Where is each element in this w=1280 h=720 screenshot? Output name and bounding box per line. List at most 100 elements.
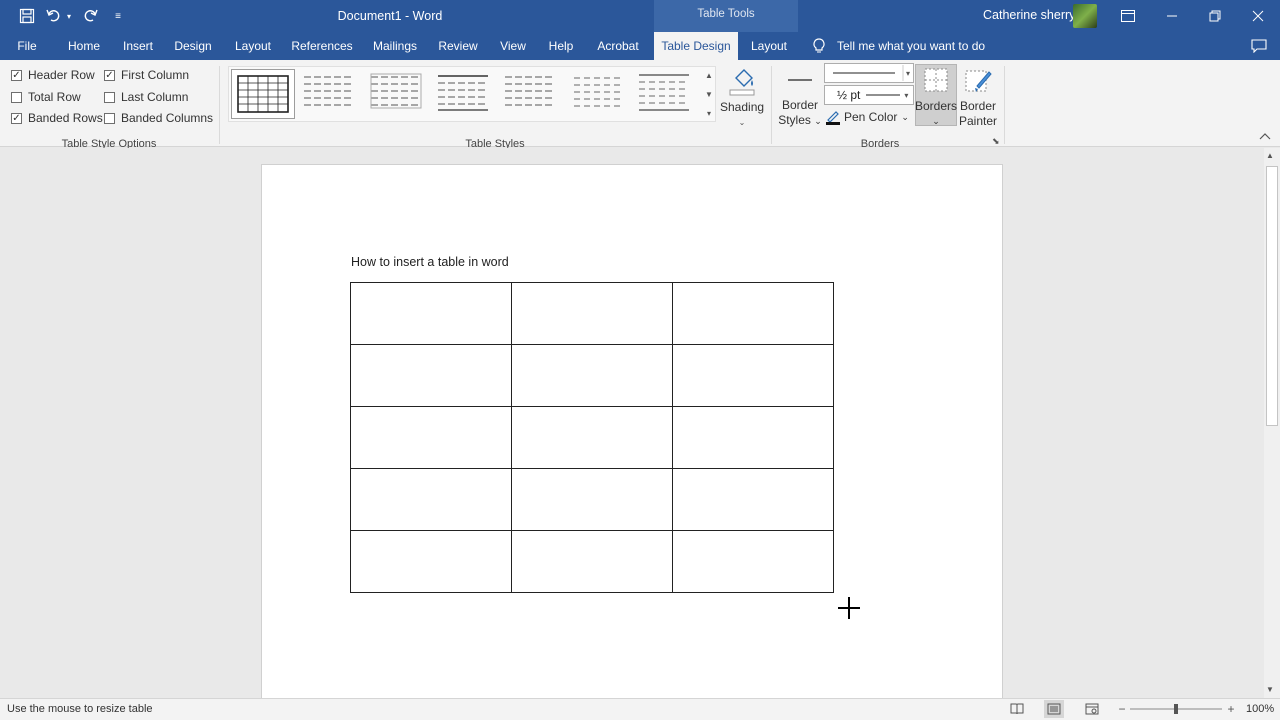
banded-columns-checkbox[interactable]: Banded Columns [104, 111, 213, 125]
borders-label: Borders [915, 99, 958, 113]
table-cell[interactable] [350, 344, 512, 407]
paint-bucket-icon [729, 69, 755, 96]
tab-help[interactable]: Help [543, 32, 579, 60]
close-icon[interactable] [1236, 0, 1280, 32]
chevron-down-icon: ⌄ [932, 116, 940, 126]
table-cell[interactable] [672, 344, 834, 407]
restore-icon[interactable] [1193, 0, 1237, 32]
border-styles-button[interactable]: Border Styles ⌄ [778, 64, 822, 127]
word-table[interactable] [350, 282, 834, 593]
ribbon-display-options-icon[interactable] [1106, 0, 1150, 32]
svg-text:▾: ▾ [906, 69, 910, 78]
zoom-in-icon[interactable]: + [1221, 700, 1241, 718]
scroll-down-icon[interactable]: ▼ [1266, 685, 1274, 694]
line-weight-dropdown[interactable]: ½ pt ▾ [824, 85, 914, 105]
print-layout-icon[interactable] [1044, 700, 1064, 718]
read-mode-icon[interactable] [1007, 700, 1027, 718]
table-cell[interactable] [672, 468, 834, 531]
customize-toolbar-icon[interactable]: ≡ [110, 6, 126, 26]
minimize-icon[interactable] [1150, 0, 1194, 32]
banded-rows-checkbox[interactable]: ✓ Banded Rows [11, 111, 103, 125]
table-cell[interactable] [511, 468, 673, 531]
table-cell[interactable] [511, 344, 673, 407]
border-styles-label-1: Border [781, 98, 819, 112]
tab-design[interactable]: Design [170, 32, 216, 60]
table-cell[interactable] [672, 530, 834, 593]
tab-view[interactable]: View [494, 32, 532, 60]
chevron-down-icon: ▾ [904, 90, 909, 100]
total-row-label: Total Row [28, 90, 81, 104]
tab-file[interactable]: File [12, 32, 42, 60]
pen-color-button[interactable]: Pen Color ⌄ [825, 108, 909, 126]
table-cell[interactable] [350, 282, 512, 345]
redo-icon[interactable] [80, 6, 100, 26]
line-style-dropdown[interactable]: ▾ [824, 63, 914, 83]
tell-me-text: Tell me what you want to do [837, 39, 986, 53]
undo-icon[interactable] [44, 6, 64, 26]
group-divider [771, 66, 772, 144]
table-cell[interactable] [511, 282, 673, 345]
tell-me-search[interactable]: Tell me what you want to do [812, 32, 985, 60]
tab-layout[interactable]: Layout [228, 32, 278, 60]
tab-home[interactable]: Home [62, 32, 106, 60]
table-cell[interactable] [350, 530, 512, 593]
save-icon[interactable] [17, 6, 37, 26]
tab-insert[interactable]: Insert [117, 32, 159, 60]
page[interactable]: How to insert a table in word [261, 164, 1003, 698]
tab-mailings[interactable]: Mailings [368, 32, 422, 60]
gallery-more-icon[interactable]: ▾ [702, 104, 716, 122]
total-row-checkbox[interactable]: Total Row [11, 90, 81, 104]
table-style-grid[interactable] [231, 69, 295, 119]
banded-columns-label: Banded Columns [121, 111, 214, 125]
borders-button[interactable]: Borders ⌄ [915, 64, 957, 126]
tab-review[interactable]: Review [434, 32, 482, 60]
table-style-plain-6[interactable] [633, 69, 697, 119]
table-style-plain-1[interactable] [298, 69, 362, 119]
table-cell[interactable] [511, 406, 673, 469]
table-style-plain-4[interactable] [499, 69, 563, 119]
border-painter-icon [965, 70, 992, 92]
shading-button[interactable]: Shading ⌄ [720, 64, 765, 127]
last-column-label: Last Column [121, 90, 189, 104]
collapse-ribbon-icon[interactable] [1259, 132, 1271, 143]
first-column-checkbox[interactable]: ✓ First Column [104, 68, 189, 82]
header-row-checkbox[interactable]: ✓ Header Row [11, 68, 95, 82]
scroll-up-icon[interactable]: ▲ [1266, 151, 1274, 160]
pen-icon [826, 111, 840, 125]
document-heading[interactable]: How to insert a table in word [351, 255, 509, 269]
table-cell[interactable] [350, 468, 512, 531]
table-cell[interactable] [672, 282, 834, 345]
zoom-level[interactable]: 100% [1246, 703, 1274, 715]
table-cell[interactable] [350, 406, 512, 469]
table-row [350, 406, 834, 469]
table-style-plain-3[interactable] [432, 69, 496, 119]
border-painter-button[interactable]: Border Painter [957, 64, 999, 128]
undo-dropdown-icon[interactable]: ▾ [62, 6, 76, 26]
comments-icon[interactable] [1249, 36, 1269, 56]
table-cell[interactable] [672, 406, 834, 469]
shading-label: Shading [720, 100, 765, 114]
gallery-scroll-down-icon[interactable]: ▼ [702, 85, 716, 103]
scrollbar-thumb[interactable] [1266, 166, 1278, 426]
web-layout-icon[interactable] [1082, 700, 1102, 718]
user-name[interactable]: Catherine sherry [983, 8, 1075, 22]
gallery-scroll-up-icon[interactable]: ▲ [702, 66, 716, 84]
tab-acrobat[interactable]: Acrobat [592, 32, 644, 60]
table-style-plain-2[interactable] [365, 69, 429, 119]
chevron-down-icon: ⌄ [901, 111, 909, 122]
zoom-out-icon[interactable]: − [1112, 700, 1132, 718]
tab-table-layout[interactable]: Layout [744, 32, 794, 60]
tab-references[interactable]: References [288, 32, 356, 60]
tab-table-design[interactable]: Table Design [654, 32, 738, 60]
avatar[interactable] [1073, 4, 1097, 28]
checkmark-icon: ✓ [11, 112, 22, 124]
border-painter-label-1: Border [959, 99, 997, 113]
last-column-checkbox[interactable]: Last Column [104, 90, 188, 104]
table-cell[interactable] [511, 530, 673, 593]
borders-dialog-launcher-icon[interactable]: ⬊ [992, 134, 1000, 149]
zoom-slider[interactable] [1130, 700, 1222, 718]
table-style-plain-5[interactable] [566, 69, 630, 119]
table-row [350, 468, 834, 531]
checkmark-icon: ✓ [11, 69, 22, 81]
lightbulb-icon [813, 38, 825, 53]
